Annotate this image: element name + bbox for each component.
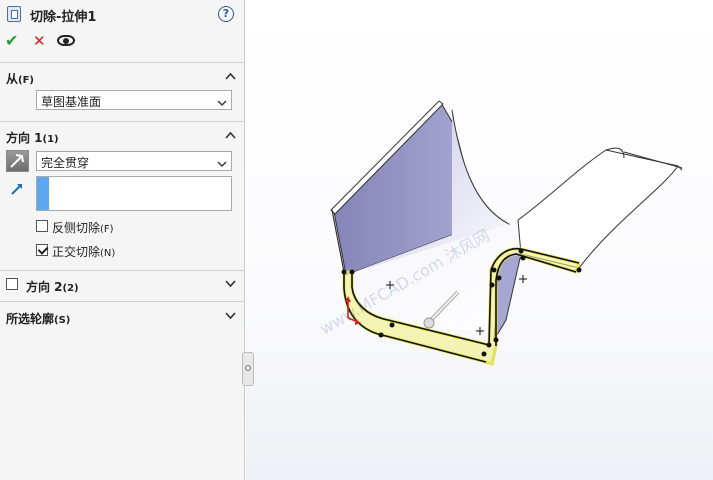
direction-selection-box[interactable] [36,176,232,211]
reverse-arrow-icon [10,154,24,168]
end-condition-select[interactable]: 完全贯穿 [36,151,232,171]
divider [0,121,245,122]
chevron-up-icon[interactable] [225,72,236,82]
flip-side-checkbox[interactable] [36,220,48,232]
direction2-checkbox[interactable] [6,278,18,290]
selection-focus-accent [37,177,49,210]
normal-cut-label: 正交切除(N) [52,245,116,259]
cut-extrude-icon [7,6,21,22]
chevron-down-icon[interactable] [225,280,236,290]
divider [0,62,245,63]
preview-eye-icon[interactable] [57,35,75,46]
panel-title-bar: 切除-拉伸1 ? [0,0,245,28]
chevron-down-icon[interactable] [225,312,236,322]
cancel-x-icon[interactable]: ✕ [33,32,46,50]
right-flange-face [517,149,679,269]
end-condition-value: 完全贯穿 [41,156,90,170]
chevron-down-icon [217,157,227,167]
divider [0,270,245,271]
divider [0,301,245,302]
direction2-group-header[interactable]: 方向 2(2) [0,276,245,296]
sheet-metal-model: www.MFCAD.com 沐风网 [317,100,683,366]
panel-splitter-handle[interactable] [242,352,254,386]
reverse-direction-button[interactable] [6,150,29,172]
from-group-label: 从(F) [6,72,34,86]
normal-cut-checkbox[interactable] [36,244,48,256]
help-icon[interactable]: ? [218,6,234,22]
direction-vector-icon [9,181,25,197]
selected-contours-group-header[interactable]: 所选轮廓(S) [0,308,245,328]
property-manager-panel: 切除-拉伸1 ? ✔ ✕ 从(F) 草图基准面 方向 1(1) 完全贯穿 反侧切… [0,0,245,480]
ok-check-icon[interactable]: ✔ [5,31,18,50]
from-select[interactable]: 草图基准面 [36,90,232,110]
feature-title: 切除-拉伸1 [30,10,97,25]
from-group-header[interactable]: 从(F) [0,68,245,88]
action-row: ✔ ✕ [0,31,245,53]
direction2-group-label: 方向 2(2) [26,280,79,294]
chevron-down-icon [217,96,227,106]
direction1-group-label: 方向 1(1) [6,131,59,145]
graphics-viewport[interactable]: www.MFCAD.com 沐风网 [246,0,713,480]
direction1-group-header[interactable]: 方向 1(1) [0,127,245,147]
selected-contours-label: 所选轮廓(S) [6,312,71,326]
from-select-value: 草图基准面 [41,95,102,109]
chevron-up-icon[interactable] [225,131,236,141]
flip-side-label: 反侧切除(F) [52,221,114,235]
